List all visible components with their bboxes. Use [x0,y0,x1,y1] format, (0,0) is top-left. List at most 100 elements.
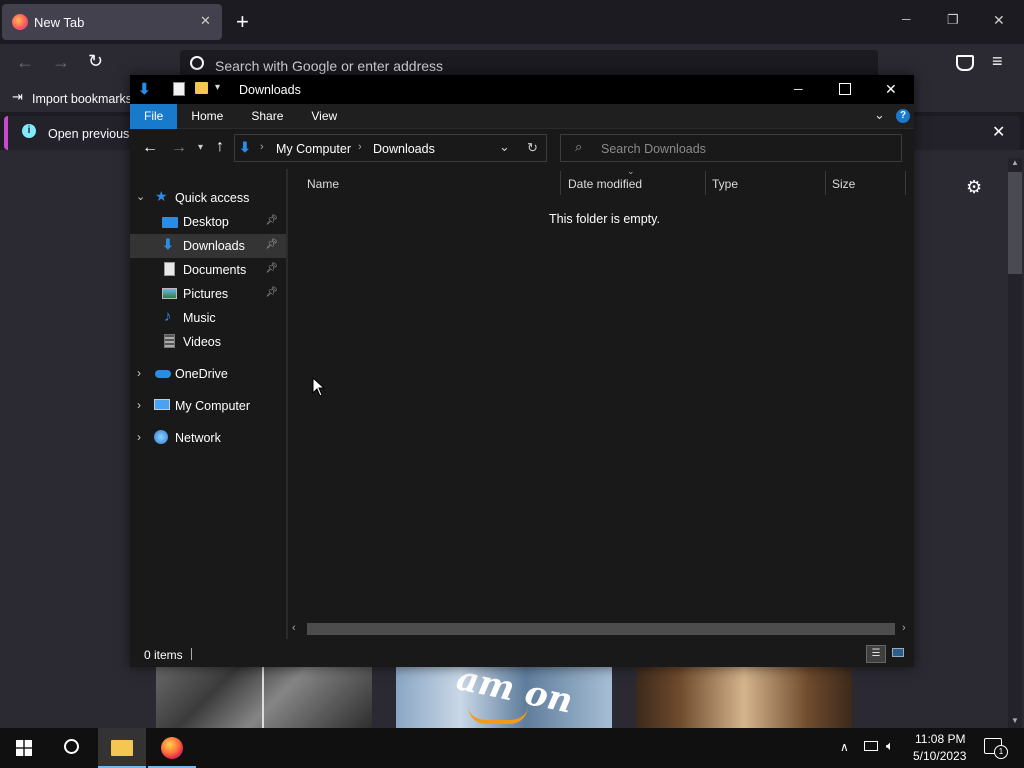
infobar-close-icon[interactable]: ✕ [992,122,1005,142]
expand-chevron-icon[interactable]: › [137,398,141,412]
breadcrumb-my-computer[interactable]: My Computer [276,142,351,156]
ribbon-tab-share[interactable]: Share [237,104,297,129]
nav-label: My Computer [175,399,251,413]
scroll-right-icon[interactable]: › [902,622,906,634]
search-downloads-input[interactable]: Search Downloads [601,142,706,156]
top-site-tile[interactable]: am on [396,666,612,728]
documents-icon [164,262,175,276]
details-view-icon[interactable]: ☰ [866,645,886,663]
import-bookmarks-link[interactable]: Import bookmarks [32,92,132,106]
expand-chevron-icon[interactable]: ⌄ [136,190,145,203]
browser-tab[interactable]: New Tab ✕ [2,4,222,40]
page-scrollbar[interactable]: ▲ ▼ [1008,158,1022,728]
back-button[interactable]: ← [142,139,158,157]
clock-date[interactable]: 5/10/2023 [913,749,966,763]
nav-my-computer[interactable]: › My Computer [130,394,286,418]
taskbar-search-icon[interactable] [64,739,79,754]
quick-access-dropdown-icon[interactable]: ▾ [215,82,220,93]
column-header-type[interactable]: Type [712,177,738,191]
pocket-icon[interactable] [956,55,974,71]
nav-label: Quick access [175,191,250,205]
column-header-name[interactable]: Name [307,177,339,191]
address-history-icon[interactable]: ⌄ [499,139,510,155]
volume-icon[interactable]: 🔈︎ [886,738,894,754]
navigation-pane: ⌄ ★ Quick access Desktop 📌︎ ⬇ Downloads … [130,169,288,639]
top-site-tile[interactable] [636,666,852,728]
pin-icon[interactable]: 📌︎ [265,287,278,298]
column-separator[interactable] [560,171,561,195]
firefox-icon [161,737,183,759]
nav-item-documents[interactable]: Documents 📌︎ [130,258,286,282]
action-center-button[interactable]: 1 [984,738,1008,759]
up-button[interactable]: ↑ [216,138,224,156]
scrollbar-thumb[interactable] [1008,172,1022,274]
address-bar[interactable]: ⬇ › My Computer › Downloads ⌄ ↻ [234,134,547,162]
breadcrumb-separator-icon[interactable]: › [358,141,362,153]
pin-icon[interactable]: 📌︎ [265,215,278,226]
tab-close-icon[interactable]: ✕ [200,13,211,29]
pictures-icon [162,288,177,299]
recent-locations-icon[interactable]: ▾ [198,142,203,153]
ribbon-expand-icon[interactable]: ⌄ [874,107,885,123]
nav-label: Desktop [183,215,229,229]
start-button[interactable] [0,728,48,768]
nav-item-videos[interactable]: Videos [130,330,286,354]
nav-item-downloads[interactable]: ⬇ Downloads 📌︎ [130,234,286,258]
scroll-left-icon[interactable]: ‹ [292,622,296,634]
ribbon-tab-file[interactable]: File [130,103,178,129]
column-separator[interactable] [705,171,706,195]
column-separator[interactable] [825,171,826,195]
nav-item-music[interactable]: ♪ Music [130,306,286,330]
explorer-maximize-button[interactable] [839,83,851,95]
column-header-size[interactable]: Size [832,177,855,191]
properties-icon[interactable] [173,82,185,96]
explorer-close-button[interactable]: ✕ [885,81,897,98]
file-list: Name ⌄ Date modified Type Size This fold… [288,166,914,639]
expand-chevron-icon[interactable]: › [137,430,141,444]
clock-time[interactable]: 11:08 PM [915,732,965,746]
nav-onedrive[interactable]: › OneDrive [130,362,286,386]
breadcrumb-separator-icon[interactable]: › [260,141,264,153]
nav-quick-access[interactable]: ⌄ ★ Quick access [130,186,286,210]
pin-icon[interactable]: 📌︎ [265,239,278,250]
browser-close-button[interactable]: ✕ [993,12,1005,29]
back-arrow-icon[interactable]: ← [16,52,34,73]
forward-arrow-icon[interactable]: → [52,52,70,73]
taskbar-firefox[interactable] [148,728,196,768]
forward-button[interactable]: → [171,139,187,157]
network-status-icon[interactable] [864,741,878,751]
nav-item-pictures[interactable]: Pictures 📌︎ [130,282,286,306]
url-input[interactable]: Search with Google or enter address [215,58,443,74]
horizontal-scrollbar[interactable]: ‹ › [288,621,914,637]
desktop-icon [162,217,178,228]
show-hidden-icons-icon[interactable]: ∧ [840,740,849,754]
windows-logo-icon [16,740,32,756]
nav-item-desktop[interactable]: Desktop 📌︎ [130,210,286,234]
nav-network[interactable]: › Network [130,426,286,450]
settings-gear-icon[interactable]: ⚙ [966,177,982,198]
scrollbar-down-icon[interactable]: ▼ [1011,716,1019,725]
scrollbar-up-icon[interactable]: ▲ [1011,158,1019,167]
nav-label: Documents [183,263,247,277]
new-tab-button[interactable]: + [236,9,249,35]
reload-icon[interactable]: ↻ [88,51,103,72]
search-box[interactable]: ⌕ Search Downloads [560,134,902,162]
explorer-minimize-button[interactable]: ─ [794,82,803,96]
scrollbar-thumb[interactable] [307,623,895,635]
menu-icon[interactable]: ≡ [992,51,1003,72]
refresh-icon[interactable]: ↻ [527,140,538,156]
browser-restore-button[interactable]: ❐ [947,12,959,28]
ribbon-tab-home[interactable]: Home [177,104,237,129]
ribbon-tab-view[interactable]: View [297,104,351,129]
top-site-tile[interactable] [156,666,372,728]
expand-chevron-icon[interactable]: › [137,366,141,380]
browser-minimize-button[interactable]: ─ [902,12,911,26]
pin-icon[interactable]: 📌︎ [265,263,278,274]
breadcrumb-downloads[interactable]: Downloads [373,142,435,156]
help-icon[interactable]: ? [896,109,910,123]
large-icons-view-icon[interactable] [892,648,904,657]
taskbar-file-explorer[interactable] [98,728,146,768]
column-header-date-modified[interactable]: Date modified [568,177,642,191]
column-separator[interactable] [905,171,906,195]
new-folder-icon[interactable] [195,82,208,94]
